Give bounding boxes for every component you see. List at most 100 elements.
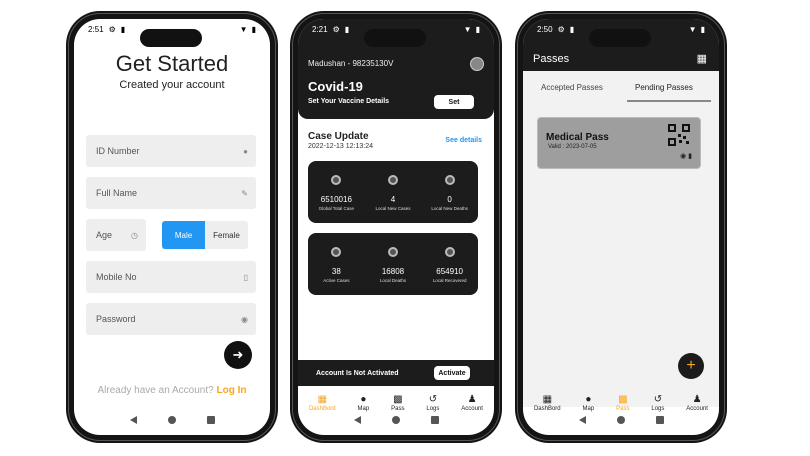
camera-notch <box>140 29 202 47</box>
home-icon[interactable] <box>616 416 625 424</box>
tab-indicator <box>627 100 711 102</box>
gender-toggle: Male Female <box>162 221 248 249</box>
battery-icon: ▮ <box>251 24 256 34</box>
battery-icon: ▮ <box>475 24 480 34</box>
person-icon: ● <box>243 146 248 156</box>
stat-value: 6510016 <box>320 195 352 204</box>
camera-notch <box>589 29 651 47</box>
pass-name: Medical Pass <box>546 132 609 143</box>
login-link[interactable]: Log In <box>216 385 246 396</box>
stat-label: Global Total Case <box>318 206 355 211</box>
stats-card-local: 38 Active Cases 16808 Local Deaths 654910 L… <box>308 233 478 295</box>
phone-dashboard: 2:21 ⚙ ▮ ▼ ▮ Madushan - 98235130V Covid-19 … <box>290 11 502 443</box>
activation-text: Account Is Not Activated <box>316 369 399 377</box>
dashboard-screen: 2:21 ⚙ ▮ ▼ ▮ Madushan - 98235130V Covid-19 … <box>298 19 494 435</box>
sim-icon: ▮ <box>120 24 126 34</box>
system-navbar <box>523 405 719 435</box>
add-pass-button[interactable]: + <box>678 353 704 379</box>
mobile-placeholder: Mobile No <box>96 272 137 282</box>
full-name-placeholder: Full Name <box>96 188 138 198</box>
stat-label: Active Cases <box>323 278 350 283</box>
tab-pending-passes[interactable]: Pending Passes <box>635 83 693 92</box>
login-prompt: Already have an Account? Log In <box>74 385 270 396</box>
page-subtitle: Created your account <box>119 79 225 91</box>
set-vaccine-button[interactable]: Set <box>434 95 474 109</box>
back-icon[interactable] <box>129 416 137 424</box>
stat-item: 6510016 Global Total Case <box>309 175 363 223</box>
pass-card[interactable]: Medical Pass Valid : 2023-07-05 ◉ ▮ <box>537 117 701 169</box>
plus-icon: + <box>686 357 696 374</box>
recents-icon[interactable] <box>655 416 664 424</box>
login-prompt-text: Already have an Account? <box>97 385 214 396</box>
pass-valid-date: Valid : 2023-07-05 <box>548 144 597 150</box>
stat-item: 4 Local New Cases <box>366 175 420 223</box>
eye-icon[interactable]: ◉ <box>241 315 248 324</box>
stat-label: Local New Cases <box>375 206 411 211</box>
stat-label: Local Deaths <box>379 278 407 283</box>
stat-label: Local Recovered <box>432 278 467 283</box>
phone-passes: 2:50 ⚙ ▮ ▼ ▮ Passes ▦ Accepted Passes Pendi… <box>515 11 727 443</box>
stat-value: 38 <box>331 267 341 276</box>
gender-male-button[interactable]: Male <box>162 221 205 249</box>
stat-dot-icon <box>444 247 455 257</box>
signup-screen: 2:51 ⚙ ▮ ▼ ▮ Get Started Created your accou… <box>74 19 270 435</box>
stat-item: 16808 Local Deaths <box>366 247 420 295</box>
case-update-date: 2022-12-13 12:13:24 <box>308 143 373 150</box>
home-icon[interactable] <box>391 416 400 424</box>
gender-female-button[interactable]: Female <box>205 221 248 249</box>
passes-header: 2:50 ⚙ ▮ ▼ ▮ Passes ▦ <box>523 19 719 71</box>
info-icon[interactable]: ◉ <box>680 153 686 160</box>
system-navbar <box>298 405 494 435</box>
age-field[interactable]: Age ◷ <box>86 219 146 251</box>
status-time: 2:50 <box>537 24 553 34</box>
wifi-icon: ▼ <box>688 24 697 34</box>
full-name-field[interactable]: Full Name ✎ <box>86 177 256 209</box>
stat-dot-icon <box>331 175 342 185</box>
avatar[interactable] <box>470 57 484 71</box>
stat-value: 654910 <box>436 267 463 276</box>
password-field[interactable]: Password ◉ <box>86 303 256 335</box>
activate-button[interactable]: Activate <box>434 366 470 380</box>
age-placeholder: Age <box>96 230 113 240</box>
wifi-icon: ▼ <box>463 24 472 34</box>
dashboard-header: 2:21 ⚙ ▮ ▼ ▮ Madushan - 98235130V Covid-19 … <box>298 19 494 119</box>
gear-icon: ⚙ <box>332 24 340 34</box>
id-number-placeholder: ID Number <box>96 146 140 156</box>
status-time: 2:51 <box>88 24 104 34</box>
recents-icon[interactable] <box>206 416 215 424</box>
edit-icon: ✎ <box>241 188 248 198</box>
stat-dot-icon <box>387 247 398 257</box>
wifi-icon: ▼ <box>239 24 248 34</box>
status-time: 2:21 <box>312 24 328 34</box>
stat-dot-icon <box>331 247 342 257</box>
id-number-field[interactable]: ID Number ● <box>86 135 256 167</box>
back-icon[interactable] <box>578 416 586 424</box>
submit-arrow-button[interactable]: ➜ <box>224 341 252 369</box>
sim-icon: ▮ <box>344 24 350 34</box>
phone-icon: ▯ <box>243 272 248 282</box>
vaccine-details-label: Set Your Vaccine Details <box>308 98 390 105</box>
qr-code-icon <box>668 124 690 146</box>
stat-item: 0 Local New Deaths <box>423 175 477 223</box>
arrow-right-icon: ➜ <box>232 347 244 362</box>
delete-icon[interactable]: ▮ <box>688 153 692 160</box>
see-details-link[interactable]: See details <box>445 137 482 144</box>
battery-icon: ▮ <box>700 24 705 34</box>
pass-actions: ◉ ▮ <box>680 152 692 160</box>
page-title: Get Started <box>115 51 229 76</box>
activation-banner: Account Is Not Activated Activate <box>298 360 494 386</box>
back-icon[interactable] <box>353 416 361 424</box>
camera-notch <box>364 29 426 47</box>
phone-signup: 2:51 ⚙ ▮ ▼ ▮ Get Started Created your accou… <box>66 11 278 443</box>
tab-accepted-passes[interactable]: Accepted Passes <box>541 83 603 92</box>
sim-icon: ▮ <box>569 24 575 34</box>
stat-dot-icon <box>387 175 398 185</box>
stat-label: Local New Deaths <box>431 206 468 211</box>
calendar-icon: ◷ <box>131 230 138 240</box>
stat-value: 0 <box>447 195 452 204</box>
recents-icon[interactable] <box>430 416 439 424</box>
qr-scan-icon[interactable]: ▦ <box>697 52 707 65</box>
home-icon[interactable] <box>167 416 176 424</box>
stat-value: 4 <box>390 195 396 204</box>
mobile-field[interactable]: Mobile No ▯ <box>86 261 256 293</box>
